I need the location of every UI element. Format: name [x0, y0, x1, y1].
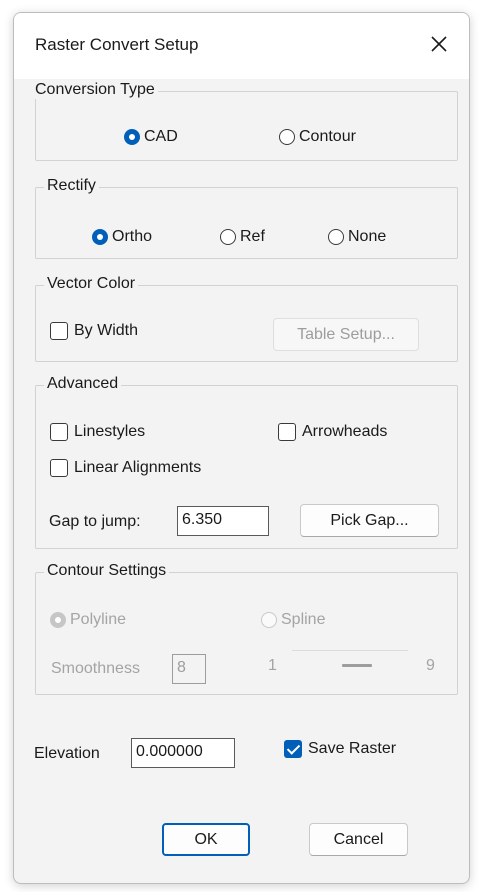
radio-contour-indicator [279, 129, 295, 145]
pick-gap-button[interactable]: Pick Gap... [300, 504, 439, 537]
elevation-input[interactable]: 0.000000 [131, 738, 235, 768]
radio-contour-label: Contour [299, 128, 356, 145]
smoothness-slider-track[interactable] [292, 650, 408, 651]
radio-ref-label: Ref [240, 228, 265, 245]
radio-ref-indicator [220, 229, 236, 245]
checkbox-arrowheads-label: Arrowheads [302, 423, 388, 440]
radio-none[interactable]: None [328, 228, 386, 246]
checkbox-by-width[interactable]: By Width [50, 322, 138, 340]
checkbox-by-width-label: By Width [74, 322, 139, 339]
checkbox-arrowheads[interactable]: Arrowheads [278, 423, 387, 441]
smoothness-label: Smoothness [51, 660, 140, 677]
checkbox-linear-alignments-box [50, 459, 68, 477]
contour-settings-legend: Contour Settings [44, 562, 170, 580]
ok-button[interactable]: OK [162, 823, 250, 856]
radio-spline-label: Spline [281, 611, 326, 628]
checkbox-save-raster[interactable]: Save Raster [284, 740, 396, 758]
checkbox-linestyles[interactable]: Linestyles [50, 423, 145, 441]
radio-polyline[interactable]: Polyline [50, 611, 126, 629]
conversion-type-group [35, 91, 458, 161]
radio-spline[interactable]: Spline [261, 611, 325, 629]
checkbox-linear-alignments-label: Linear Alignments [74, 459, 202, 476]
radio-cad[interactable]: CAD [124, 128, 178, 146]
checkbox-save-raster-label: Save Raster [308, 740, 397, 757]
smoothness-value: 8 [172, 654, 206, 684]
table-setup-button[interactable]: Table Setup... [273, 318, 419, 351]
radio-ortho-label: Ortho [112, 228, 153, 245]
smoothness-slider-thumb[interactable] [342, 664, 372, 667]
radio-polyline-label: Polyline [70, 611, 127, 628]
advanced-legend: Advanced [44, 375, 122, 393]
title-bar: Raster Convert Setup [14, 13, 469, 79]
radio-ortho[interactable]: Ortho [92, 228, 152, 246]
radio-ref[interactable]: Ref [220, 228, 265, 246]
gap-to-jump-label: Gap to jump: [49, 513, 141, 530]
slider-max-label: 9 [426, 657, 435, 674]
checkbox-by-width-box [50, 322, 68, 340]
dialog-title: Raster Convert Setup [35, 35, 199, 54]
conversion-type-legend: Conversion Type [32, 81, 158, 99]
gap-to-jump-input[interactable]: 6.350 [177, 506, 269, 536]
radio-spline-indicator [261, 612, 277, 628]
checkbox-linestyles-label: Linestyles [74, 423, 146, 440]
radio-cad-indicator [124, 129, 140, 145]
rectify-legend: Rectify [44, 177, 99, 195]
radio-contour[interactable]: Contour [279, 128, 356, 146]
checkbox-save-raster-box [284, 740, 302, 758]
close-icon[interactable] [422, 27, 456, 61]
radio-none-indicator [328, 229, 344, 245]
radio-polyline-indicator [50, 612, 66, 628]
cancel-button[interactable]: Cancel [309, 823, 408, 856]
radio-none-label: None [348, 228, 387, 245]
vector-color-legend: Vector Color [44, 275, 139, 293]
raster-convert-setup-dialog: Raster Convert Setup Conversion Type CAD… [13, 12, 470, 884]
checkbox-linear-alignments[interactable]: Linear Alignments [50, 459, 201, 477]
checkbox-linestyles-box [50, 423, 68, 441]
radio-cad-label: CAD [144, 128, 178, 145]
radio-ortho-indicator [92, 229, 108, 245]
slider-min-label: 1 [268, 657, 277, 674]
elevation-label: Elevation [34, 745, 100, 762]
rectify-group [35, 187, 458, 259]
checkbox-arrowheads-box [278, 423, 296, 441]
